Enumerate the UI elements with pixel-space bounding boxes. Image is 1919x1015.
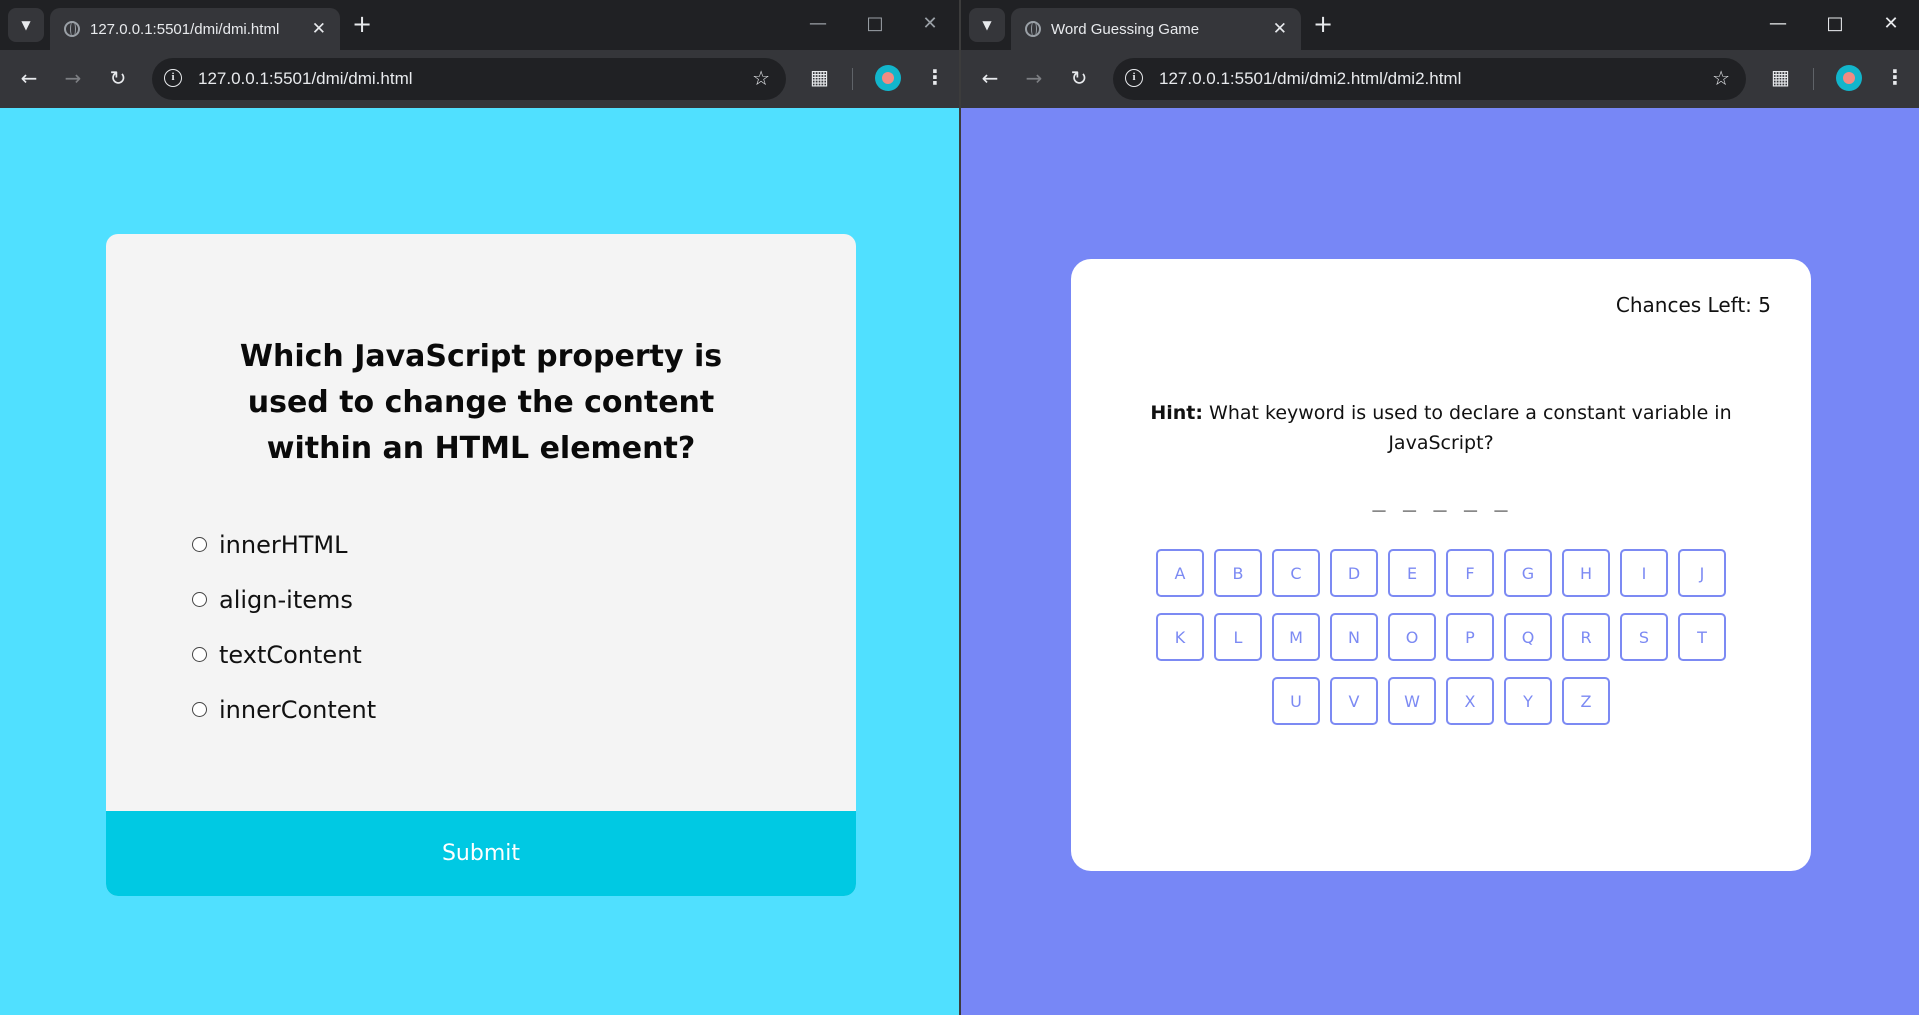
letter-key[interactable]: M [1272,613,1320,661]
letter-key[interactable]: A [1156,549,1204,597]
option-label: innerHTML [219,530,348,559]
tab-list-icon[interactable]: ▼ [8,8,44,42]
option-label: textContent [219,640,362,669]
quiz-options: innerHTML align-items textContent innerC… [192,517,692,737]
reload-icon[interactable]: ↻ [1064,63,1094,93]
globe-icon [64,21,80,37]
letter-key[interactable]: J [1678,549,1726,597]
letter-key[interactable]: N [1330,613,1378,661]
forward-icon[interactable]: → [58,63,88,93]
quiz-option[interactable]: innerContent [192,682,692,737]
toolbar-separator [852,68,853,90]
url-text[interactable]: 127.0.0.1:5501/dmi/dmi.html [198,69,413,89]
new-tab-icon[interactable]: + [1313,12,1333,36]
radio-button[interactable] [192,592,207,607]
maximize-icon[interactable]: □ [860,12,890,36]
letter-key[interactable]: Y [1504,677,1552,725]
letter-key[interactable]: P [1446,613,1494,661]
hint-label: Hint: [1150,402,1203,424]
game-card: Chances Left: 5 Hint: What keyword is us… [1071,259,1811,871]
quiz-option[interactable]: innerHTML [192,517,692,572]
quiz-option[interactable]: textContent [192,627,692,682]
letter-key[interactable]: V [1330,677,1378,725]
letter-key[interactable]: Z [1562,677,1610,725]
minimize-icon[interactable]: — [803,12,833,36]
back-icon[interactable]: ← [14,63,44,93]
tab-bar: ▼ 127.0.0.1:5501/dmi/dmi.html ✕ + — □ ✕ [0,0,959,50]
close-icon[interactable]: ✕ [312,19,326,39]
maximize-icon[interactable]: □ [1820,12,1850,36]
letter-key[interactable]: H [1562,549,1610,597]
chances-left: Chances Left: 5 [1615,293,1771,317]
minimize-icon[interactable]: — [1763,12,1793,36]
radio-button[interactable] [192,647,207,662]
letter-key[interactable]: S [1620,613,1668,661]
letter-key[interactable]: R [1562,613,1610,661]
letter-key[interactable]: F [1446,549,1494,597]
tab-title: 127.0.0.1:5501/dmi/dmi.html [90,21,280,38]
tab-title: Word Guessing Game [1051,21,1200,38]
close-window-icon[interactable]: ✕ [915,12,945,36]
quiz-card: Which JavaScript property is used to cha… [106,234,856,896]
extensions-icon[interactable]: ▦ [1771,65,1790,89]
more-menu-icon[interactable]: ⋮ [1885,64,1905,90]
bookmark-star-icon[interactable]: ☆ [752,66,770,90]
right-browser-window: ▼ Word Guessing Game ✕ + — □ ✕ ← → ↻ i 1… [961,0,1919,1015]
url-text[interactable]: 127.0.0.1:5501/dmi/dmi2.html/dmi2.html [1159,69,1461,89]
bookmark-star-icon[interactable]: ☆ [1712,66,1730,90]
left-browser-window: ▼ 127.0.0.1:5501/dmi/dmi.html ✕ + — □ ✕ … [0,0,959,1015]
letter-key[interactable]: X [1446,677,1494,725]
quiz-question: Which JavaScript property is used to cha… [239,339,723,466]
word-blanks: _ _ _ _ _ [1372,487,1510,512]
reload-icon[interactable]: ↻ [103,63,133,93]
hint-text: Hint: What keyword is used to declare a … [1131,398,1751,458]
globe-icon [1025,21,1041,37]
letter-key[interactable]: B [1214,549,1262,597]
profile-avatar[interactable] [875,65,901,91]
tab-bar: ▼ Word Guessing Game ✕ + — □ ✕ [961,0,1919,50]
browser-toolbar: ← → ↻ i 127.0.0.1:5501/dmi/dmi2.html/dmi… [961,50,1919,108]
letter-key[interactable]: T [1678,613,1726,661]
quiz-option[interactable]: align-items [192,572,692,627]
hint-question: What keyword is used to declare a consta… [1209,402,1732,454]
active-tab[interactable]: Word Guessing Game ✕ [1011,8,1301,50]
letter-key[interactable]: G [1504,549,1552,597]
radio-button[interactable] [192,702,207,717]
radio-button[interactable] [192,537,207,552]
site-info-icon[interactable]: i [1125,69,1143,87]
letter-key[interactable]: E [1388,549,1436,597]
more-menu-icon[interactable]: ⋮ [925,64,945,90]
browser-toolbar: ← → ↻ i 127.0.0.1:5501/dmi/dmi.html ☆ ▦ … [0,50,959,108]
profile-avatar[interactable] [1836,65,1862,91]
letter-key[interactable]: Q [1504,613,1552,661]
option-label: align-items [219,585,353,614]
submit-button[interactable]: Submit [106,811,856,896]
tab-list-icon[interactable]: ▼ [969,8,1005,42]
letter-key[interactable]: O [1388,613,1436,661]
letter-key[interactable]: W [1388,677,1436,725]
new-tab-icon[interactable]: + [352,12,372,36]
letter-key[interactable]: D [1330,549,1378,597]
option-label: innerContent [219,695,377,724]
letter-key[interactable]: K [1156,613,1204,661]
page-viewport: Which JavaScript property is used to cha… [0,108,959,1015]
letter-key[interactable]: U [1272,677,1320,725]
address-bar[interactable]: i 127.0.0.1:5501/dmi/dmi2.html/dmi2.html… [1113,58,1746,100]
close-window-icon[interactable]: ✕ [1876,12,1906,36]
toolbar-separator [1813,68,1814,90]
close-icon[interactable]: ✕ [1273,19,1287,39]
site-info-icon[interactable]: i [164,69,182,87]
address-bar[interactable]: i 127.0.0.1:5501/dmi/dmi.html ☆ [152,58,786,100]
extensions-icon[interactable]: ▦ [810,65,829,89]
letter-key[interactable]: L [1214,613,1262,661]
back-icon[interactable]: ← [975,63,1005,93]
letter-key[interactable]: C [1272,549,1320,597]
letter-keyboard: A B C D E F G H I J K L M N O P Q R S T [1151,549,1731,725]
forward-icon[interactable]: → [1019,63,1049,93]
active-tab[interactable]: 127.0.0.1:5501/dmi/dmi.html ✕ [50,8,340,50]
page-viewport: Chances Left: 5 Hint: What keyword is us… [961,108,1919,1015]
letter-key[interactable]: I [1620,549,1668,597]
